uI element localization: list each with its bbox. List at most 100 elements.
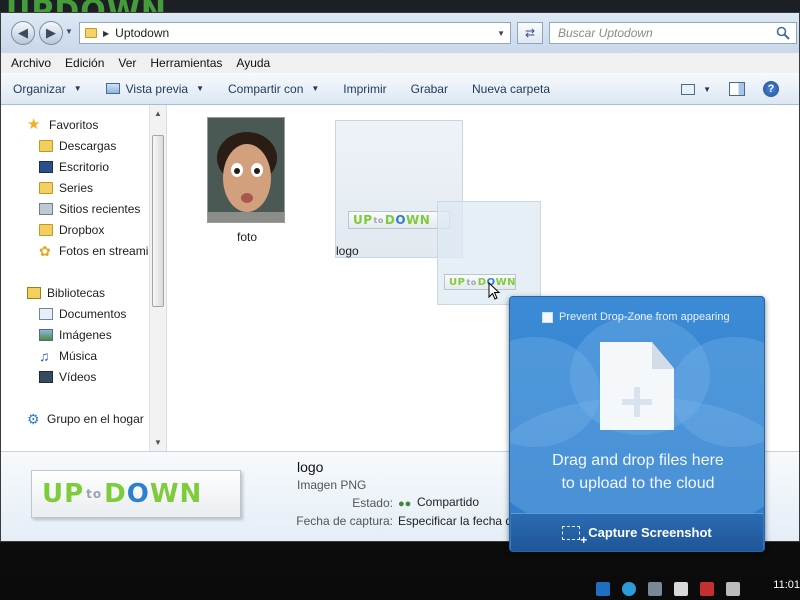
navigation-pane: ★ Favoritos Descargas Escritorio Series … [1, 105, 167, 451]
sidebar-item-videos[interactable]: Vídeos [39, 367, 96, 387]
sidebar-item-imagenes[interactable]: Imágenes [39, 325, 112, 345]
videos-icon [39, 371, 53, 383]
star-icon: ★ [27, 116, 41, 133]
mouse-cursor-icon [488, 282, 501, 300]
recent-pages-dropdown[interactable]: ▼ [65, 27, 73, 36]
file-item-foto[interactable]: foto [167, 105, 327, 255]
menu-ver[interactable]: Ver [118, 56, 136, 70]
details-date-value[interactable]: Especificar la fecha de [398, 514, 519, 528]
address-bar[interactable]: ▶ Uptodown ▼ [79, 22, 511, 44]
sidebar-item-dropbox[interactable]: Dropbox [39, 220, 104, 240]
menu-ayuda[interactable]: Ayuda [236, 56, 270, 70]
new-folder-label: Nueva carpeta [471, 81, 551, 96]
print-label: Imprimir [343, 81, 387, 96]
sidebar-item-musica[interactable]: ♫ Música [39, 346, 97, 366]
refresh-icon: ⇄ [524, 26, 536, 40]
chevron-down-icon: ▼ [196, 84, 205, 93]
share-with-label: Compartir con [228, 81, 304, 96]
sidebar-item-label: Fotos en streamin [59, 244, 149, 258]
sidebar-item-documentos[interactable]: Documentos [39, 304, 126, 324]
preview-button[interactable]: Vista previa ▼ [105, 82, 205, 96]
sidebar-item-escritorio[interactable]: Escritorio [39, 157, 109, 177]
change-view-icon[interactable] [681, 83, 696, 95]
preview-icon [105, 83, 120, 94]
folder-icon [85, 28, 97, 38]
tray-battery-icon[interactable] [674, 582, 688, 596]
sidebar-item-series[interactable]: Series [39, 178, 93, 198]
dropzone-message-line1: Drag and drop files here [552, 452, 724, 469]
view-options-dropdown[interactable]: ▼ [703, 85, 711, 94]
dropzone-message: Drag and drop files here to upload to th… [510, 449, 764, 495]
documents-icon [39, 308, 53, 320]
plus-icon [622, 387, 652, 417]
capture-screenshot-button[interactable]: Capture Screenshot [511, 513, 763, 551]
shared-icon: ●● [398, 498, 412, 510]
scroll-up-icon[interactable]: ▲ [154, 109, 162, 118]
breadcrumb-arrow-icon[interactable]: ▶ [103, 29, 109, 38]
menu-edicion[interactable]: Edición [65, 56, 104, 70]
back-button[interactable]: ◀ [11, 21, 35, 45]
burn-button[interactable]: Grabar [411, 82, 448, 96]
prevent-dropzone-checkbox[interactable]: Prevent Drop-Zone from appearing [542, 311, 730, 323]
new-folder-button[interactable]: Nueva carpeta [472, 82, 550, 96]
tray-flag-icon[interactable] [700, 582, 714, 596]
folder-icon [39, 182, 53, 194]
sidebar-item-grupo-hogar[interactable]: ⚙ Grupo en el hogar [27, 409, 144, 429]
desktop-icon [39, 161, 53, 173]
menu-archivo[interactable]: Archivo [11, 56, 51, 70]
upload-drop-zone[interactable]: Prevent Drop-Zone from appearing Drag an… [509, 296, 765, 552]
share-with-button[interactable]: Compartir con ▼ [228, 82, 319, 96]
music-icon: ♫ [39, 348, 50, 364]
search-input[interactable]: Buscar Uptodown [549, 22, 797, 44]
command-bar: Organizar ▼ Vista previa ▼ Compartir con… [1, 73, 799, 105]
details-status-value[interactable]: ●● Compartido [398, 495, 479, 510]
search-icon[interactable] [776, 26, 790, 40]
sidebar-item-favoritos[interactable]: ★ Favoritos [27, 115, 98, 135]
search-placeholder: Buscar Uptodown [558, 26, 653, 40]
view-controls: ▼ ? [681, 73, 799, 105]
taskbar-clock[interactable]: 11:01 [773, 579, 800, 591]
sidebar-item-bibliotecas[interactable]: Bibliotecas [27, 283, 105, 303]
file-name-foto: foto [236, 230, 257, 244]
sidebar-item-descargas[interactable]: Descargas [39, 136, 116, 156]
checkbox[interactable] [542, 311, 553, 323]
sidebar-item-label: Bibliotecas [47, 286, 106, 300]
sidebar-item-label: Dropbox [59, 223, 105, 237]
scrollbar-thumb[interactable] [152, 135, 164, 307]
sidebar-scrollbar[interactable]: ▲ ▼ [149, 105, 166, 451]
sidebar-item-label: Escritorio [59, 160, 110, 174]
refresh-button[interactable]: ⇄ [517, 22, 543, 44]
tray-app-icon[interactable] [596, 582, 610, 596]
tray-volume-icon[interactable] [726, 582, 740, 596]
system-tray [584, 582, 740, 596]
forward-button[interactable]: ▶ [39, 21, 63, 45]
taskbar: 11:01 [0, 576, 800, 600]
folder-icon [39, 224, 53, 236]
tray-chat-icon[interactable] [648, 582, 662, 596]
dropzone-message-line2: to upload to the cloud [561, 475, 715, 492]
scroll-down-icon[interactable]: ▼ [154, 438, 162, 447]
menu-herramientas[interactable]: Herramientas [150, 56, 222, 70]
sidebar-item-label: Series [59, 181, 94, 195]
sidebar-item-fotos-streaming[interactable]: ✿ Fotos en streamin [39, 241, 149, 261]
address-dropdown[interactable]: ▼ [497, 29, 505, 38]
recent-places-icon [39, 203, 53, 215]
sidebar-item-sitios-recientes[interactable]: Sitios recientes [39, 199, 140, 219]
logo-thumbnail: UP to D O WN [348, 211, 450, 229]
capture-label: Capture Screenshot [588, 525, 712, 540]
organize-button[interactable]: Organizar ▼ [13, 82, 82, 96]
screenshot-icon [562, 525, 587, 547]
sidebar-item-label: Favoritos [49, 118, 99, 132]
preview-pane-icon[interactable] [729, 82, 745, 96]
sidebar-item-label: Grupo en el hogar [47, 412, 144, 426]
sidebar-item-label: Sitios recientes [59, 202, 141, 216]
chevron-down-icon: ▼ [73, 84, 82, 93]
photo-thumbnail [207, 117, 285, 223]
breadcrumb-uptodown[interactable]: Uptodown [115, 26, 169, 40]
help-icon[interactable]: ? [763, 81, 779, 97]
details-file-type: Imagen PNG [297, 478, 367, 492]
details-date-key: Fecha de captura: [296, 514, 393, 528]
folder-icon [39, 140, 53, 152]
tray-network-icon[interactable] [622, 582, 636, 596]
print-button[interactable]: Imprimir [343, 82, 386, 96]
